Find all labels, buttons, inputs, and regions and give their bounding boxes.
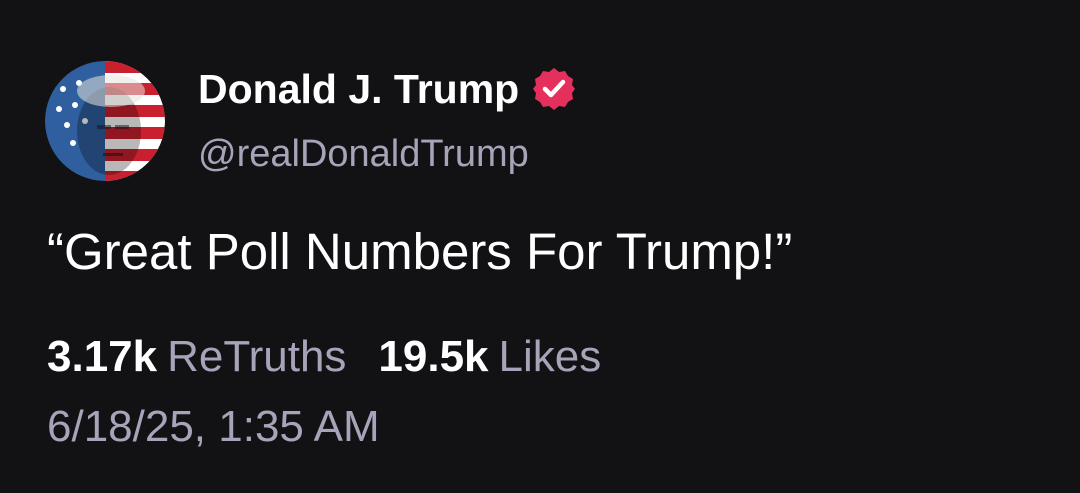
likes-label: Likes [498,332,602,381]
post-text: “Great Poll Numbers For Trump!” [47,223,793,280]
retruths-stat[interactable]: 3.17k ReTruths [47,332,346,382]
avatar-image [45,61,165,181]
truth-post: Donald J. Trump @realDonaldTrump “Great … [0,0,1080,493]
post-stats: 3.17k ReTruths 19.5k Likes [47,332,601,382]
likes-count: 19.5k [378,332,489,381]
retruths-label: ReTruths [167,332,347,381]
post-timestamp: 6/18/25, 1:35 AM [47,402,380,451]
retruths-count: 3.17k [47,332,158,381]
author-handle[interactable]: @realDonaldTrump [198,133,529,176]
likes-stat[interactable]: 19.5k Likes [378,332,601,382]
author-display-name[interactable]: Donald J. Trump [198,66,519,113]
author-name-row[interactable]: Donald J. Trump [198,64,577,114]
verified-badge-icon [531,66,577,112]
avatar[interactable] [45,61,165,181]
